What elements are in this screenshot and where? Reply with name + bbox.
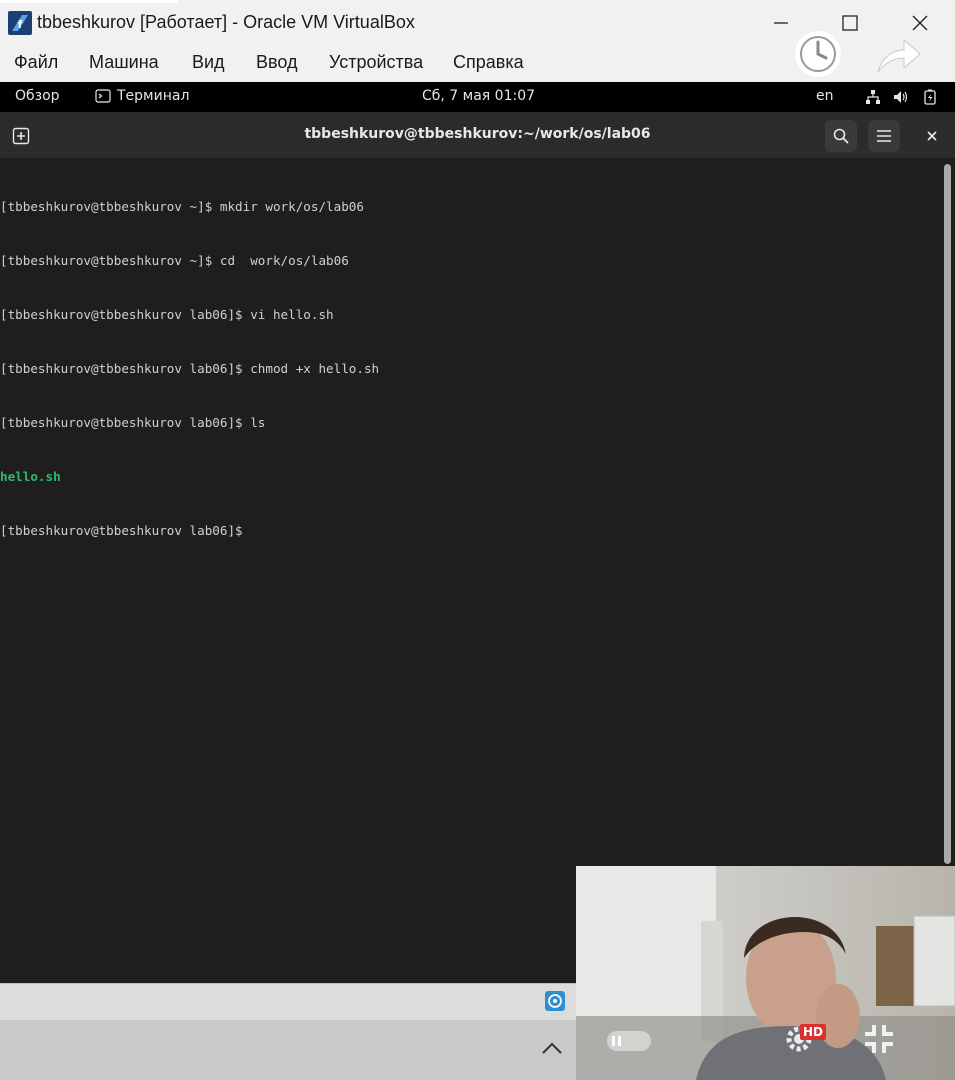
network-icon[interactable]	[865, 89, 881, 105]
gnome-top-bar: Обзор Терминал Сб, 7 мая 01:07 en	[0, 82, 955, 112]
menu-view[interactable]: Вид	[192, 52, 225, 73]
share-arrow-icon[interactable]	[874, 30, 922, 78]
storage-icon[interactable]	[544, 990, 566, 1012]
terminal-line: [tbbeshkurov@tbbeshkurov ~]$ cd work/os/…	[0, 253, 349, 268]
ls-output-file: hello.sh	[0, 469, 61, 484]
svg-text:f: f	[18, 18, 23, 31]
exit-fullscreen-button[interactable]	[862, 1022, 896, 1060]
terminal-headerbar: tbbeshkurov@tbbeshkurov:~/work/os/lab06	[0, 112, 955, 159]
title-progress-strip	[0, 0, 178, 3]
battery-icon[interactable]	[922, 89, 938, 105]
terminal-output: [tbbeshkurov@tbbeshkurov ~]$ mkdir work/…	[0, 162, 379, 576]
terminal-icon	[95, 89, 111, 103]
search-icon	[833, 128, 849, 144]
clock-icon[interactable]	[794, 30, 842, 78]
volume-icon[interactable]	[893, 89, 909, 105]
app-name: Терминал	[117, 88, 190, 104]
menu-help[interactable]: Справка	[453, 52, 524, 73]
minimize-icon[interactable]	[766, 10, 796, 36]
webcam-overlay[interactable]: HD	[576, 866, 955, 1080]
terminal-body[interactable]: [tbbeshkurov@tbbeshkurov ~]$ mkdir work/…	[0, 159, 955, 983]
menu-file[interactable]: Файл	[14, 52, 58, 73]
app-menu[interactable]: Терминал	[95, 88, 189, 104]
menu-machine[interactable]: Машина	[89, 52, 159, 73]
virtualbox-icon: f	[8, 11, 32, 35]
clock[interactable]: Сб, 7 мая 01:07	[422, 88, 535, 104]
exit-fullscreen-icon	[865, 1025, 893, 1053]
close-icon	[927, 131, 937, 141]
terminal-line: [tbbeshkurov@tbbeshkurov ~]$ mkdir work/…	[0, 199, 364, 214]
chevron-up-icon[interactable]	[540, 1038, 564, 1058]
terminal-close-button[interactable]	[916, 120, 948, 152]
activities-button[interactable]: Обзор	[15, 88, 60, 104]
menu-devices[interactable]: Устройства	[329, 52, 423, 73]
menu-button[interactable]	[868, 120, 900, 152]
terminal-scrollbar[interactable]	[944, 164, 951, 864]
pause-toggle[interactable]	[606, 1030, 652, 1056]
hd-badge: HD	[800, 1024, 827, 1040]
search-button[interactable]	[825, 120, 857, 152]
terminal-prompt: [tbbeshkurov@tbbeshkurov lab06]$	[0, 523, 243, 538]
pause-icon	[607, 1031, 651, 1051]
terminal-line: [tbbeshkurov@tbbeshkurov lab06]$ ls	[0, 415, 266, 430]
terminal-line: [tbbeshkurov@tbbeshkurov lab06]$ vi hell…	[0, 307, 334, 322]
window-title: tbbeshkurov [Работает] - Oracle VM Virtu…	[37, 12, 415, 32]
hamburger-menu-icon	[877, 130, 891, 142]
language-indicator[interactable]: en	[816, 88, 834, 104]
menu-input[interactable]: Ввод	[256, 52, 297, 73]
terminal-line: [tbbeshkurov@tbbeshkurov lab06]$ chmod +…	[0, 361, 380, 376]
terminal-title: tbbeshkurov@tbbeshkurov:~/work/os/lab06	[304, 126, 651, 142]
